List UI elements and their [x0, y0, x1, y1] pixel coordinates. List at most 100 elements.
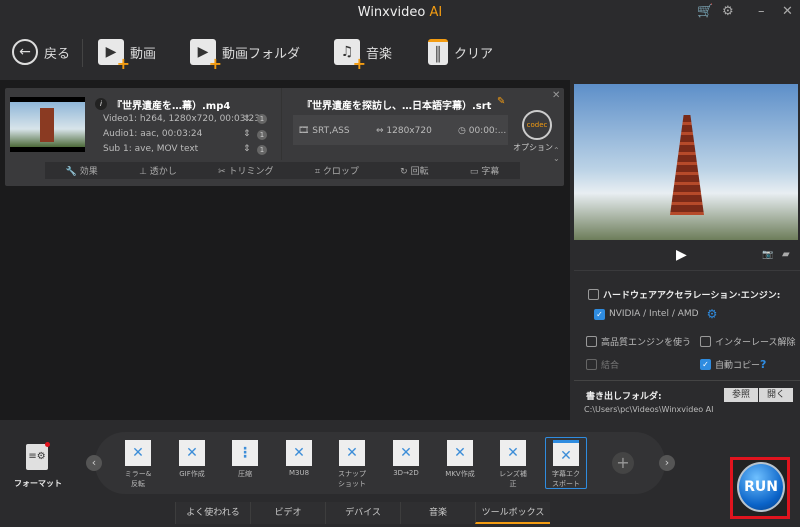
tool-item[interactable]: ✕ 3D→2D [385, 440, 427, 477]
cart-icon[interactable]: 🛒 [697, 4, 713, 19]
tool-item[interactable]: ✕ ミラー& 反転 [117, 440, 159, 489]
checkbox[interactable] [586, 359, 597, 370]
rotate-button[interactable]: ↻ 回転 [400, 164, 428, 177]
add-folder-button[interactable]: ▶ + 動画フォルダ [190, 37, 300, 72]
audio-track-info: Audio1: aac, 00:03:24 [103, 129, 203, 139]
subtitle-track-select[interactable]: ⇕ [243, 144, 251, 154]
tab-item[interactable]: ビデオ [250, 502, 325, 524]
crop-button[interactable]: ⌗ クロップ [315, 164, 359, 177]
video-track-info: Video1: h264, 1280x720, 00:03:23 [103, 114, 260, 124]
output-resolution-text: 1280x720 [386, 126, 432, 136]
folder-icon[interactable]: ▰ [782, 249, 790, 260]
divider [281, 88, 282, 160]
app-title: Winxvideo AI [0, 5, 800, 20]
play-button[interactable]: ▶ [676, 247, 687, 263]
subtitle-button[interactable]: ▭ 字幕 [470, 164, 499, 177]
trim-button[interactable]: ✂ トリミング [218, 164, 273, 177]
back-button[interactable]: ← 戻る [12, 37, 70, 67]
tool-item[interactable]: ✕ MKV作成 [439, 440, 481, 479]
audio-track-badge[interactable]: 1 [257, 130, 267, 140]
clear-label: クリア [454, 46, 494, 62]
video-track-badge[interactable]: 1 [257, 114, 267, 124]
tools-icon: ✕ [447, 440, 473, 466]
remove-file-button[interactable]: ✕ [552, 90, 560, 101]
output-folder-label: 書き出しフォルダ: [586, 392, 662, 402]
tool-item[interactable]: ✕ M3U8 [278, 440, 320, 477]
tool-label: 圧縮 [238, 470, 252, 478]
camera-icon[interactable]: 📷 [762, 250, 773, 260]
minimize-button[interactable]: – [758, 4, 765, 19]
checkbox-checked[interactable]: ✓ [700, 359, 711, 370]
trash-icon: ║ [428, 39, 448, 65]
tool-item[interactable]: ✕ 字幕エク スポート [545, 437, 587, 489]
checkbox[interactable] [700, 336, 711, 347]
output-folder-path: C:\Users\pc\Videos\Winxvideo AI [584, 405, 714, 414]
tool-item[interactable]: ✕ GIF作成 [171, 440, 213, 479]
watermark-button[interactable]: ⊥ 透かし [139, 164, 177, 177]
tool-label: レンズ補 正 [499, 470, 527, 488]
format-label[interactable]: フォーマット [14, 478, 62, 489]
nvidia-checkbox[interactable]: ✓ NVIDIA / Intel / AMD ⚙ [594, 307, 717, 321]
hw-accel-checkbox[interactable]: ハードウェアアクセラレーション·エンジン: [588, 288, 780, 301]
tools-icon: ✕ [179, 440, 205, 466]
effect-label: 効果 [79, 167, 98, 177]
scroll-left-button[interactable]: ‹ [86, 455, 102, 471]
add-music-label: 音楽 [366, 46, 393, 62]
subtitle-label: 字幕 [481, 167, 500, 177]
option-button[interactable]: オプション [513, 142, 553, 153]
gear-icon[interactable]: ⚙ [722, 4, 734, 19]
output-filename[interactable]: 『世界遺産を探訪し、…日本語字幕）.srt [302, 97, 491, 112]
tab-item[interactable]: 音楽 [400, 502, 475, 524]
checkbox-checked[interactable]: ✓ [594, 308, 605, 320]
tab-item[interactable]: デバイス [325, 502, 400, 524]
gear-icon[interactable]: ⚙ [707, 307, 718, 321]
help-icon[interactable]: ? [760, 358, 766, 371]
add-music-button[interactable]: ♫ + 音楽 [334, 37, 393, 72]
info-icon[interactable]: i [95, 98, 107, 110]
source-filename: 『世界遺産を…幕）.mp4 [112, 101, 231, 112]
add-video-button[interactable]: ▶ + 動画 [98, 37, 157, 72]
output-resolution: ⇔ 1280x720 [376, 126, 432, 136]
clear-button[interactable]: ║ クリア [428, 37, 493, 67]
add-video-label: 動画 [130, 46, 157, 62]
merge-checkbox[interactable]: 結合 [586, 358, 619, 371]
checkbox[interactable] [588, 289, 599, 300]
edit-bar: 🔧 効果 ⊥ 透かし ✂ トリミング ⌗ クロップ ↻ 回転 ▭ 字幕 [45, 162, 520, 179]
audio-track-select[interactable]: ⇕ [243, 129, 251, 139]
tool-label: 字幕エク スポート [552, 470, 580, 488]
high-quality-checkbox[interactable]: 高品質エンジンを使う [586, 335, 691, 348]
video-track-select[interactable]: ⇕ [243, 114, 251, 124]
tool-label: M3U8 [288, 469, 310, 477]
auto-copy-checkbox[interactable]: ✓ 自動コピー? [700, 358, 766, 371]
checkbox[interactable] [586, 336, 597, 347]
tab-item[interactable]: よく使われる [175, 502, 250, 524]
pencil-icon[interactable]: ✎ [497, 96, 505, 107]
deinterlace-checkbox[interactable]: インターレース解除 [700, 335, 796, 348]
codec-label: codec [526, 121, 548, 129]
tab-item[interactable]: ツールボックス [475, 502, 550, 524]
tools-icon: ✕ [125, 440, 151, 466]
close-button[interactable]: ✕ [782, 4, 793, 19]
tools-icon: ✕ [553, 440, 579, 466]
add-tool-button[interactable]: + [612, 452, 634, 474]
hw-accel-label: ハードウェアアクセラレーション·エンジン: [603, 291, 781, 301]
tool-item[interactable]: ⋮ 圧縮 [224, 440, 266, 479]
effect-button[interactable]: 🔧 効果 [66, 164, 98, 177]
scroll-right-button[interactable]: › [659, 455, 675, 471]
watermark-label: 透かし [149, 167, 177, 177]
tools-icon: ✕ [339, 440, 365, 466]
codec-gear-icon[interactable]: codec [522, 110, 552, 140]
format-settings-icon[interactable]: ≡⚙ [26, 444, 48, 470]
subtitle-track-badge[interactable]: 1 [257, 145, 267, 155]
category-tabs: よく使われる ビデオ デバイス 音楽 ツールボックス [175, 502, 550, 524]
browse-button[interactable]: 参照 [724, 388, 758, 402]
divider [82, 39, 83, 67]
run-button[interactable]: RUN [737, 462, 785, 512]
tools-icon: ✕ [500, 440, 526, 466]
tool-item[interactable]: ✕ レンズ補 正 [492, 440, 534, 489]
expand-chevrons-icon[interactable]: ⌃ ⌄ [553, 147, 560, 163]
tool-item[interactable]: ✕ スナップ ショット [331, 440, 373, 489]
tools-icon: ✕ [393, 440, 419, 466]
open-button[interactable]: 開く [759, 388, 793, 402]
merge-label: 結合 [601, 361, 620, 371]
